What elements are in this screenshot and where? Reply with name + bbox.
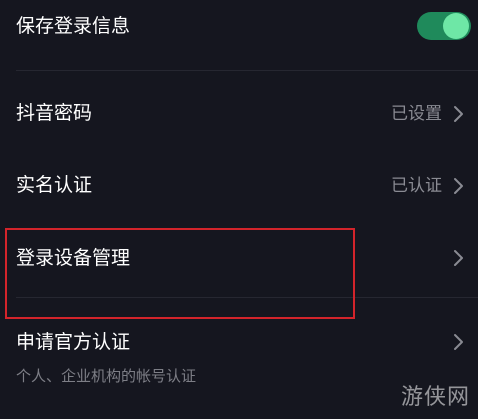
official-cert-label: 申请官方认证	[16, 331, 131, 353]
chevron-right-icon	[452, 102, 466, 126]
real-name-status: 已认证	[391, 176, 442, 196]
chevron-right-icon	[452, 174, 466, 198]
chevron-right-icon	[452, 330, 466, 354]
official-cert-description: 个人、企业机构的帐号认证	[16, 367, 197, 385]
douyin-password-label: 抖音密码	[16, 102, 93, 124]
douyin-password-status: 已设置	[391, 104, 442, 124]
save-login-row[interactable]: 保存登录信息	[0, 0, 478, 70]
toggle-knob	[443, 13, 469, 39]
douyin-password-row[interactable]: 抖音密码 已设置	[0, 71, 478, 155]
highlight-annotation-box	[5, 228, 355, 319]
chevron-right-icon	[452, 246, 466, 270]
save-login-toggle[interactable]	[417, 12, 471, 40]
save-login-label: 保存登录信息	[16, 15, 131, 37]
site-watermark: 游侠网	[400, 385, 470, 410]
real-name-row[interactable]: 实名认证 已认证	[0, 155, 478, 225]
real-name-label: 实名认证	[16, 174, 93, 196]
settings-screen: 保存登录信息 抖音密码 已设置 实名认证 已认证 登录设备管理 申请官方认证 个…	[0, 0, 478, 419]
